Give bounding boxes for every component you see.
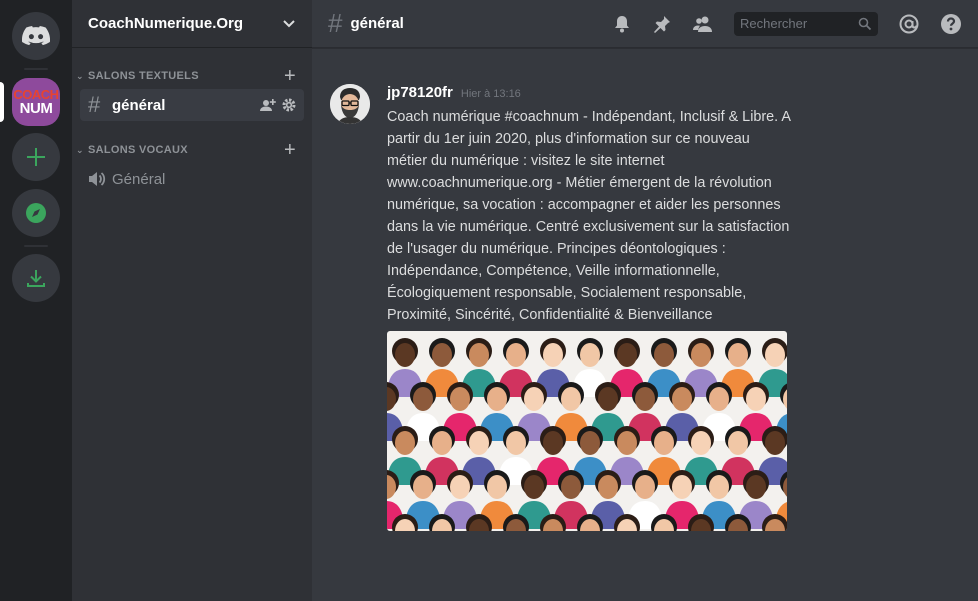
message-image-attachment[interactable] (387, 331, 787, 531)
message-body: jp78120fr Hier à 13:16 Coach numérique #… (387, 84, 792, 531)
message-author[interactable]: jp78120fr (387, 84, 453, 101)
server-name: CoachNumerique.Org (88, 15, 244, 32)
hash-icon: # (88, 92, 101, 117)
category-voice-channels[interactable]: ⌄ SALONS VOCAUX + (72, 140, 312, 160)
channel-sidebar: CoachNumerique.Org ⌄ SALONS TEXTUELS + #… (72, 0, 312, 601)
channel-general-text[interactable]: # général (80, 89, 304, 121)
bell-icon[interactable] (612, 14, 632, 34)
help-icon[interactable] (940, 13, 962, 35)
message-content: Coach numérique #coachnum - Indépendant,… (387, 109, 791, 323)
search-icon (858, 17, 872, 30)
create-channel-button[interactable]: + (284, 66, 296, 86)
mention-icon[interactable] (898, 13, 920, 35)
active-server-indicator (0, 82, 4, 122)
download-icon (27, 270, 45, 287)
chevron-down-icon: ⌄ (76, 144, 84, 155)
category-label: SALONS VOCAUX (88, 144, 188, 156)
channel-header: # général (312, 0, 978, 48)
gear-icon[interactable] (282, 98, 296, 112)
chevron-down-icon: ⌄ (76, 70, 84, 81)
server-header[interactable]: CoachNumerique.Org (72, 0, 312, 48)
hash-icon: # (328, 8, 343, 38)
rail-separator (24, 245, 48, 247)
compass-icon (26, 203, 46, 223)
discord-logo-icon (22, 26, 50, 46)
create-channel-button[interactable]: + (284, 140, 296, 160)
download-apps-button[interactable] (12, 254, 60, 302)
explore-servers-button[interactable] (12, 189, 60, 237)
members-icon[interactable] (692, 14, 714, 34)
channel-name: général (112, 96, 166, 114)
server-rail: COACH NUM (0, 0, 72, 601)
channel-general-voice[interactable]: Général (80, 163, 304, 195)
pin-icon[interactable] (652, 14, 672, 34)
search-input[interactable] (740, 16, 850, 31)
speaker-icon (88, 171, 112, 187)
rail-separator (24, 68, 48, 70)
channel-title: général (350, 15, 404, 32)
category-text-channels[interactable]: ⌄ SALONS TEXTUELS + (72, 66, 312, 86)
server-coachnumerique[interactable]: COACH NUM (12, 78, 60, 126)
home-button[interactable] (12, 12, 60, 60)
message-header: jp78120fr Hier à 13:16 (387, 84, 792, 106)
avatar[interactable] (330, 84, 370, 124)
add-member-icon[interactable] (260, 98, 276, 112)
server-icon-bottom: NUM (19, 100, 53, 117)
channel-name: Général (112, 170, 166, 188)
plus-icon (27, 148, 45, 166)
add-server-button[interactable] (12, 133, 60, 181)
chevron-down-icon (283, 19, 295, 27)
message-timestamp: Hier à 13:16 (460, 88, 521, 100)
search-box[interactable] (734, 11, 878, 36)
category-label: SALONS TEXTUELS (88, 70, 199, 82)
chat-area: # général Rechercher jp78120fr Hier à 13… (312, 0, 978, 601)
